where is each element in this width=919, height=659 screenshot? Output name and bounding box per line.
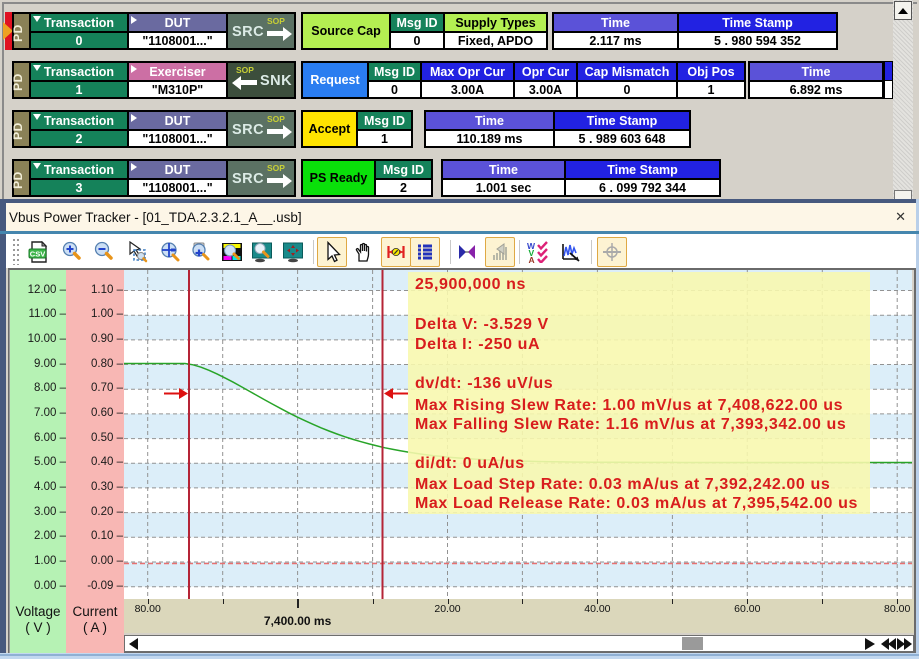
svg-text:CSV: CSV [30,249,45,258]
svg-text:A: A [529,255,535,263]
